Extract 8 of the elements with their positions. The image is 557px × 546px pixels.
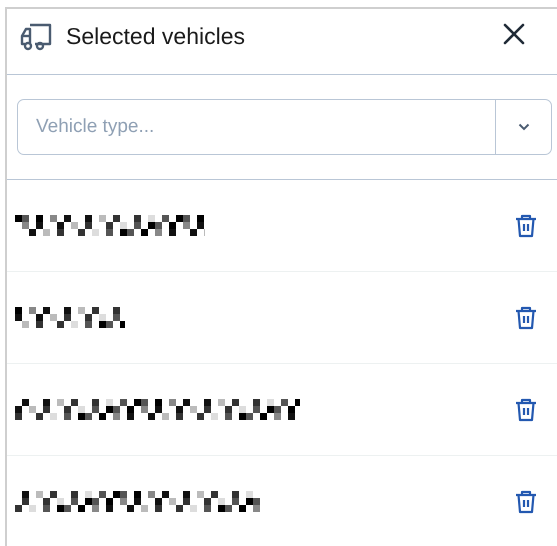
- delete-button[interactable]: [515, 398, 537, 422]
- delete-button[interactable]: [515, 306, 537, 330]
- caret-icon: [518, 123, 530, 131]
- delete-button[interactable]: [515, 490, 537, 514]
- delete-button[interactable]: [515, 214, 537, 238]
- truck-icon: [20, 23, 52, 51]
- panel-title: Selected vehicles: [66, 23, 246, 49]
- close-button[interactable]: [503, 23, 525, 45]
